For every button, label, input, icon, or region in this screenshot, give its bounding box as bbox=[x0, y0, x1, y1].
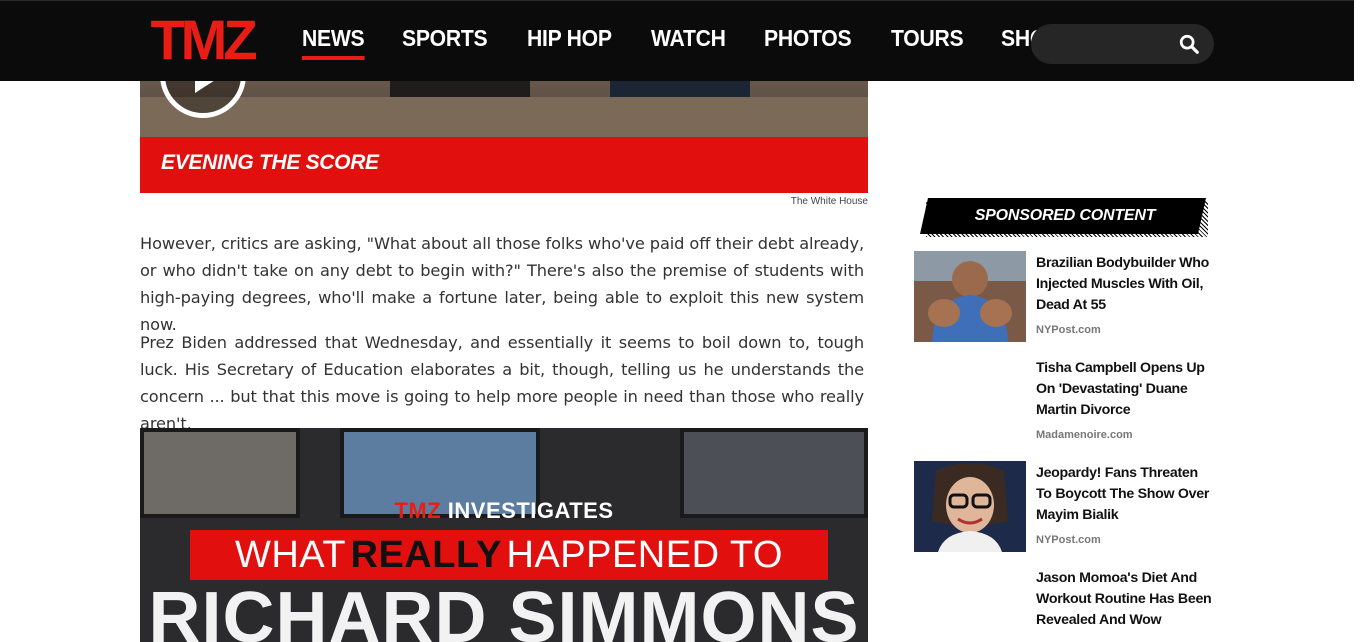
ad-headline[interactable]: Jason Momoa's Diet And Workout Routine H… bbox=[1036, 568, 1216, 631]
nav-hip-hop[interactable]: HIP HOP bbox=[527, 25, 612, 52]
ad-source: Madamenoire.com bbox=[1036, 429, 1133, 441]
nav-tours[interactable]: TOURS bbox=[891, 25, 964, 52]
video-title-band: WHAT REALLY HAPPENED TO bbox=[190, 530, 828, 580]
nav-sports[interactable]: SPORTS bbox=[402, 25, 488, 52]
video-title-bold: REALLY bbox=[350, 534, 503, 576]
nav-watch[interactable]: WATCH bbox=[651, 25, 726, 52]
top-navigation-bar: TMZ NEWS SPORTS HIP HOP WATCH PHOTOS TOU… bbox=[0, 0, 1354, 81]
sponsored-ad-item[interactable]: Jason Momoa's Diet And Workout Routine H… bbox=[914, 566, 1214, 642]
video-kicker: TMZ INVESTIGATES bbox=[140, 498, 868, 524]
sponsored-ad-item[interactable]: Tisha Campbell Opens Up On 'Devastating'… bbox=[914, 356, 1214, 451]
ad-thumbnail[interactable] bbox=[914, 251, 1026, 342]
ad-source: NYPost.com bbox=[1036, 324, 1101, 336]
main-nav: NEWS SPORTS HIP HOP WATCH PHOTOS TOURS S… bbox=[302, 25, 1065, 60]
article-paragraph: Prez Biden addressed that Wednesday, and… bbox=[140, 333, 864, 433]
article-paragraph: However, critics are asking, "What about… bbox=[140, 234, 865, 334]
photo-credit: The White House bbox=[790, 196, 868, 207]
search-icon[interactable] bbox=[1178, 33, 1200, 55]
video-kicker-brand: TMZ bbox=[394, 498, 442, 523]
ad-headline[interactable]: Brazilian Bodybuilder Who Injected Muscl… bbox=[1036, 253, 1216, 316]
sponsored-content-header: SPONSORED CONTENT bbox=[920, 198, 1212, 237]
ad-source: NYPost.com bbox=[1036, 534, 1101, 546]
sponsored-ad-item[interactable]: Brazilian Bodybuilder Who Injected Muscl… bbox=[914, 251, 1214, 346]
sponsored-ad-item[interactable]: Jeopardy! Fans Threaten To Boycott The S… bbox=[914, 461, 1214, 556]
video-title-pre: WHAT bbox=[235, 534, 347, 576]
logo-text: TMZ bbox=[150, 13, 256, 67]
search-input[interactable] bbox=[1047, 32, 1167, 56]
ad-thumbnail[interactable] bbox=[914, 461, 1026, 552]
video-caption-banner: EVENING THE SCORE bbox=[140, 137, 868, 193]
tmz-logo[interactable]: TMZ bbox=[140, 13, 264, 67]
investigation-video-player[interactable]: TMZ INVESTIGATES WHAT REALLY HAPPENED TO… bbox=[140, 428, 868, 642]
video-title-post: HAPPENED TO bbox=[506, 534, 783, 576]
search-box[interactable] bbox=[1031, 24, 1214, 64]
ad-headline[interactable]: Jeopardy! Fans Threaten To Boycott The S… bbox=[1036, 463, 1216, 526]
video-kicker-text: INVESTIGATES bbox=[447, 498, 614, 523]
video-floor bbox=[140, 97, 868, 137]
nav-photos[interactable]: PHOTOS bbox=[764, 25, 852, 52]
video-caption-label: EVENING THE SCORE bbox=[161, 151, 379, 174]
ad-headline[interactable]: Tisha Campbell Opens Up On 'Devastating'… bbox=[1036, 358, 1216, 421]
video-subject-name: RICHARD SIMMONS bbox=[148, 578, 860, 642]
nav-news[interactable]: NEWS bbox=[302, 25, 365, 60]
sponsored-label: SPONSORED CONTENT bbox=[974, 207, 1156, 224]
